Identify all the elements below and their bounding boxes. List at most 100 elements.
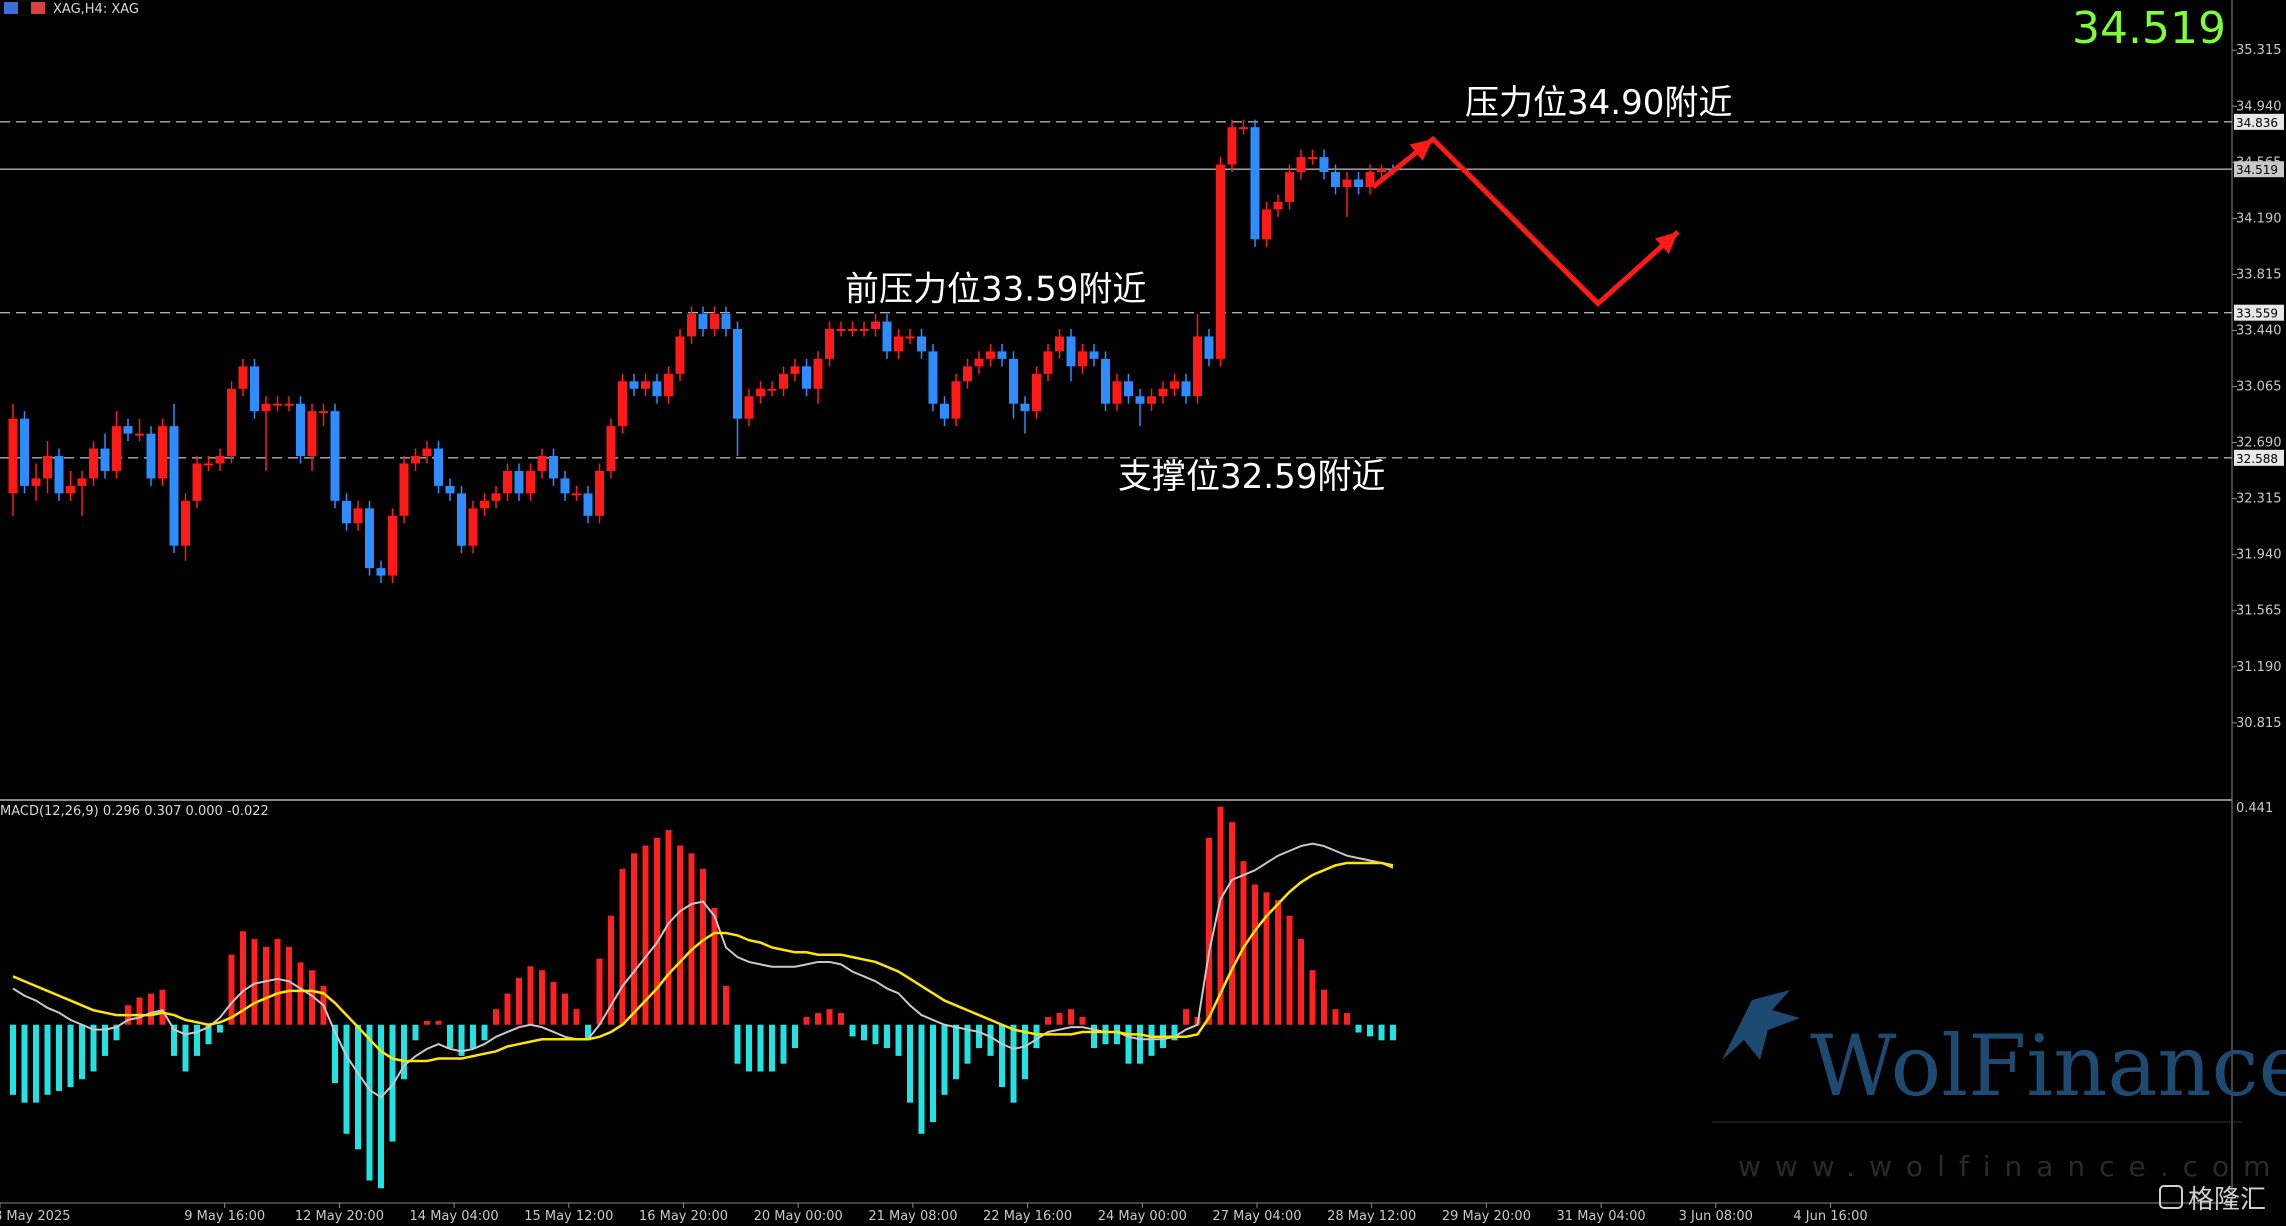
candle-body — [250, 366, 259, 412]
macd-bar — [573, 1009, 580, 1025]
macd-bar — [1114, 1024, 1120, 1045]
macd-bar — [1010, 1024, 1017, 1103]
candle-body — [1043, 351, 1053, 374]
time-tick-label: 9 May 16:00 — [184, 1209, 265, 1224]
candle-body — [169, 426, 179, 546]
chart-type-icon[interactable] — [31, 2, 45, 14]
macd-bar — [631, 853, 637, 1025]
macd-bar — [56, 1024, 62, 1091]
candle-body — [1055, 336, 1064, 352]
macd-bar — [182, 1024, 189, 1072]
price-tick-label: 35.315 — [2236, 43, 2282, 58]
macd-bar — [1079, 1016, 1086, 1025]
macd-bar — [1298, 939, 1304, 1025]
candle-body — [629, 381, 639, 389]
macd-bar — [1068, 1009, 1074, 1025]
macd-bar — [412, 1024, 419, 1041]
macd-top-tick: 0.441 — [2236, 801, 2273, 816]
candle-body — [1112, 381, 1122, 404]
macd-bar — [1309, 970, 1316, 1025]
macd-bar — [1332, 1009, 1339, 1025]
macd-bar — [562, 993, 568, 1025]
candle-body — [1181, 381, 1191, 397]
macd-bar — [619, 868, 626, 1025]
time-tick-label: 15 May 12:00 — [524, 1209, 613, 1224]
macd-bar — [286, 946, 292, 1025]
macd-bar — [953, 1024, 959, 1080]
time-tick-label: 8 May 2025 — [0, 1209, 71, 1224]
candle — [146, 426, 156, 486]
candle-body — [227, 388, 236, 457]
candle — [468, 500, 478, 554]
macd-bar — [79, 1024, 85, 1080]
candle — [434, 441, 443, 494]
candle-body — [1066, 336, 1076, 367]
menu-icon[interactable] — [4, 2, 18, 14]
candle-body — [89, 448, 98, 479]
candle — [54, 448, 64, 501]
candle — [675, 328, 685, 382]
candle — [1227, 119, 1237, 173]
candle-body — [1078, 351, 1087, 367]
price-tick-label: 31.940 — [2236, 548, 2282, 563]
macd-bar — [1148, 1024, 1155, 1056]
macd-bar — [826, 1009, 833, 1025]
candle — [158, 418, 167, 486]
macd-bar — [493, 1009, 499, 1025]
candle-body — [549, 456, 558, 479]
candle-body — [779, 373, 788, 389]
candle-body — [698, 314, 708, 329]
candle-body — [181, 500, 190, 546]
candle-body — [422, 448, 432, 457]
candle-body — [1296, 157, 1306, 173]
candle-body — [606, 426, 616, 471]
candle-body — [123, 426, 133, 434]
candle-body — [1009, 358, 1018, 404]
candle-body — [1170, 381, 1179, 389]
price-tick-label: 33.815 — [2236, 267, 2282, 282]
time-tick-label: 29 May 20:00 — [1442, 1209, 1531, 1224]
candle-body — [112, 426, 121, 471]
macd-bar — [849, 1024, 856, 1037]
candle-body — [353, 508, 363, 524]
candle-body — [963, 366, 972, 382]
candle-body — [595, 470, 604, 516]
candle-body — [342, 500, 351, 524]
candle — [20, 411, 29, 494]
candle-body — [1308, 157, 1317, 160]
macd-bar — [1252, 884, 1258, 1025]
candle-body — [1285, 172, 1294, 202]
candle-body — [951, 381, 961, 419]
price-tick-label: 33.065 — [2236, 380, 2282, 395]
macd-bar — [251, 939, 258, 1025]
macd-bar — [1390, 1024, 1396, 1041]
candle-body — [31, 478, 41, 486]
macd-bar — [90, 1024, 97, 1072]
candle-body — [1089, 351, 1099, 359]
price-tick-label: 31.565 — [2236, 604, 2282, 619]
candle — [1216, 157, 1225, 367]
candle-body — [882, 321, 892, 352]
candle-body — [434, 448, 443, 486]
macd-bar — [447, 1024, 453, 1049]
candle — [951, 373, 961, 427]
macd-bar — [1378, 1024, 1385, 1041]
macd-bar — [136, 997, 143, 1025]
macd-bar — [148, 993, 154, 1025]
macd-bar — [861, 1024, 867, 1041]
macd-bar — [1229, 822, 1235, 1025]
symbol-title: XAG,H4: XAG — [53, 2, 139, 17]
level-annotation: 支撑位32.59附近 — [1118, 457, 1385, 497]
time-tick-label: 12 May 20:00 — [295, 1209, 384, 1224]
candle-body — [514, 470, 524, 494]
time-tick-label: 24 May 00:00 — [1098, 1209, 1187, 1224]
candle-body — [1204, 336, 1214, 359]
macd-bar — [711, 907, 718, 1025]
price-tick-label: 32.315 — [2236, 492, 2282, 507]
price-tick-label: 33.440 — [2236, 323, 2282, 338]
macd-bar — [297, 962, 304, 1025]
macd-bar — [780, 1024, 787, 1064]
macd-bar — [941, 1024, 948, 1095]
candle — [399, 456, 409, 524]
candle — [1250, 119, 1260, 247]
